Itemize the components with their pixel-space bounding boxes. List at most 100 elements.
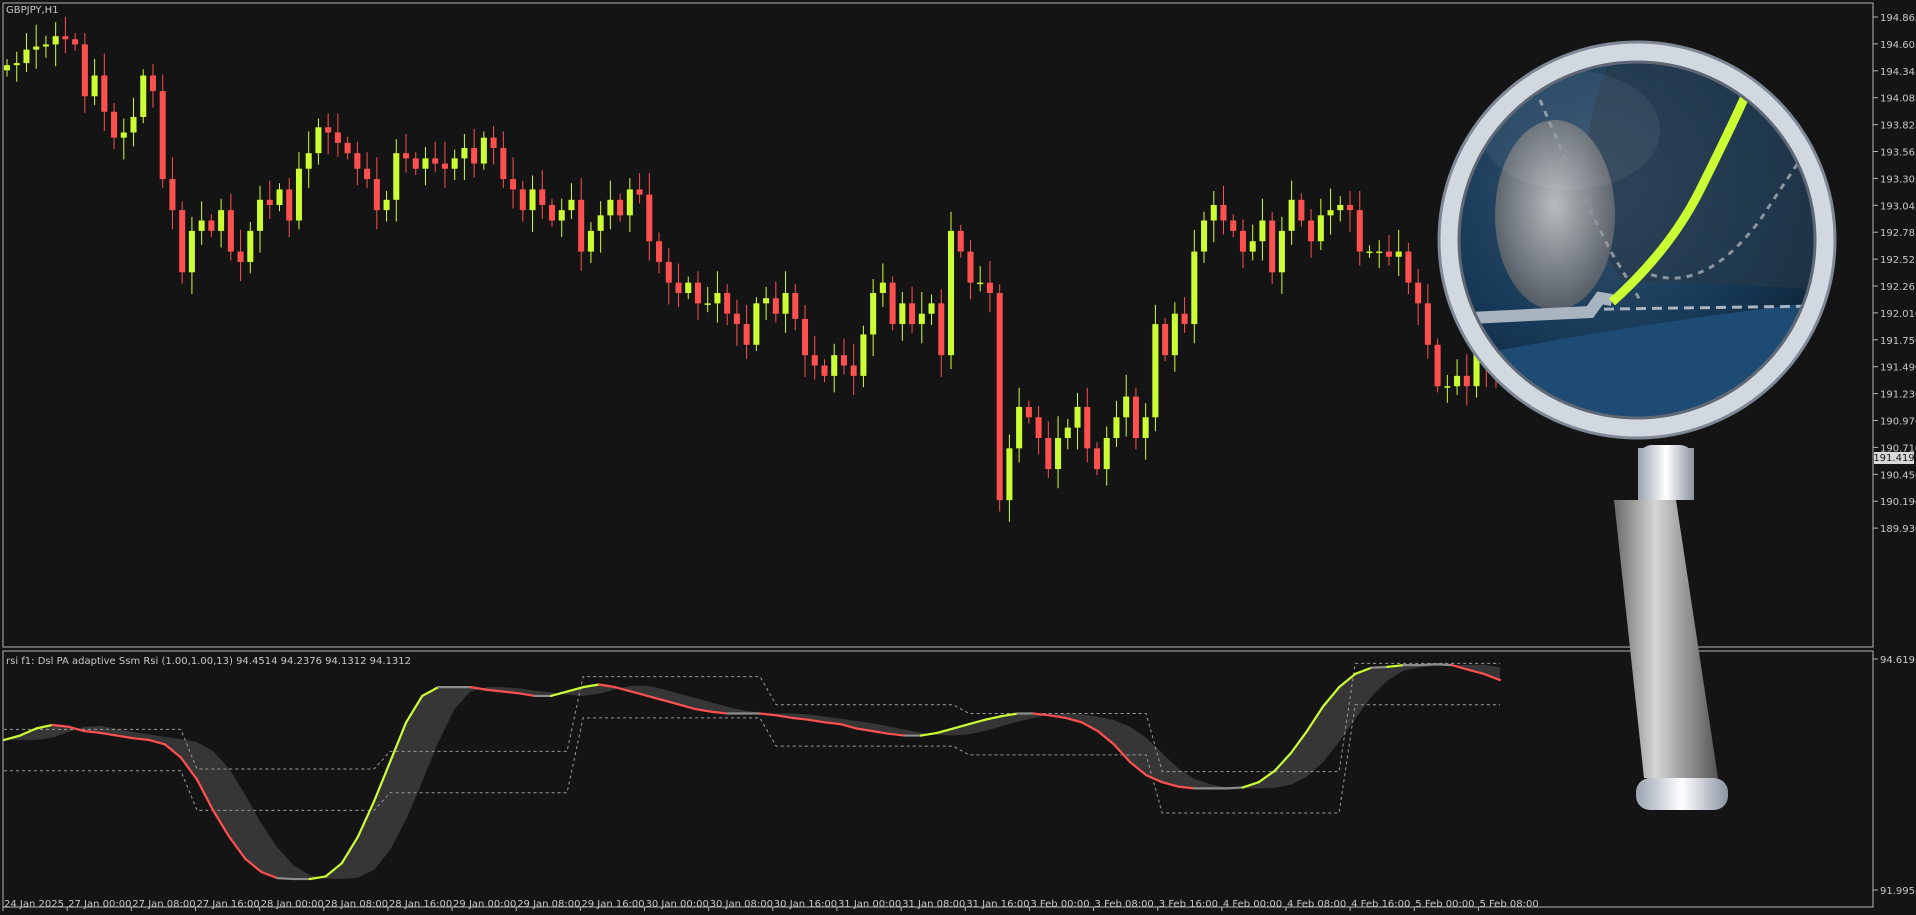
- candle-body: [247, 230, 254, 262]
- time-tick-label: 3 Feb 08:00: [1095, 899, 1154, 910]
- symbol-label: GBPJPY,H1: [6, 5, 59, 16]
- candle-body: [13, 63, 20, 66]
- time-tick-label: 30 Jan 08:00: [710, 899, 773, 910]
- time-tick-label: 4 Feb 16:00: [1351, 899, 1410, 910]
- candle-body: [286, 189, 293, 221]
- candle-body: [1025, 406, 1032, 418]
- candle-body: [1006, 448, 1013, 501]
- time-tick-label: 28 Jan 16:00: [389, 899, 452, 910]
- candle-body: [1201, 220, 1208, 252]
- candle-body: [1035, 417, 1042, 438]
- candle-body: [986, 282, 993, 294]
- price-tick-label: 194.085: [1880, 94, 1916, 105]
- candle-body: [704, 303, 711, 305]
- candle-body: [218, 210, 225, 231]
- candle-body: [1103, 437, 1110, 470]
- candle-body: [159, 91, 166, 180]
- candle-body: [802, 318, 809, 356]
- time-tick-label: 28 Jan 08:00: [325, 899, 388, 910]
- candle-body: [1434, 344, 1441, 387]
- candle-body: [792, 293, 799, 319]
- candle-body: [1162, 324, 1169, 356]
- candle-body: [529, 189, 536, 211]
- candle-body: [81, 44, 88, 97]
- candle-body: [52, 36, 59, 45]
- candle-body: [1074, 406, 1081, 428]
- candle-body: [646, 194, 653, 242]
- candle-body: [1142, 417, 1149, 438]
- time-tick-label: 29 Jan 16:00: [581, 899, 644, 910]
- candle-body: [490, 137, 497, 149]
- time-tick-label: 27 Jan 00:00: [68, 899, 131, 910]
- price-tick-label: 190.190: [1880, 497, 1916, 508]
- candle-body: [947, 230, 955, 356]
- candle-body: [1045, 437, 1052, 470]
- candle-body: [548, 204, 556, 221]
- candle-body: [120, 132, 127, 138]
- time-tick-label: 31 Jan 16:00: [966, 899, 1029, 910]
- current-price-marker: 191.419: [1873, 452, 1915, 464]
- candle-body: [675, 282, 682, 294]
- candle-body: [1454, 375, 1461, 387]
- candle-body: [821, 365, 828, 376]
- candle-body: [870, 293, 877, 335]
- price-tick-label: 193.565: [1880, 148, 1916, 159]
- candle-body: [889, 282, 896, 325]
- candle-body: [587, 230, 594, 252]
- candle-body: [1385, 251, 1392, 257]
- candle-body: [1376, 251, 1383, 254]
- candle-body: [724, 293, 731, 314]
- candle-body: [1259, 220, 1266, 242]
- indicator-tick-label: 94.6195: [1880, 655, 1916, 666]
- candle-body: [636, 189, 643, 195]
- candle-body: [402, 153, 410, 159]
- indicator-line-segment: [1225, 786, 1244, 790]
- candle-body: [1239, 230, 1246, 252]
- candle-body: [315, 127, 322, 154]
- candle-body: [461, 148, 468, 159]
- candle-body: [393, 153, 400, 200]
- candle-body: [480, 137, 487, 164]
- candle-body: [617, 199, 624, 216]
- time-tick-label: 30 Jan 16:00: [774, 899, 837, 910]
- candle-body: [977, 282, 984, 285]
- candle-body: [266, 199, 273, 205]
- candle-body: [1415, 282, 1422, 304]
- time-tick-label: 29 Jan 08:00: [517, 899, 580, 910]
- candle-body: [1016, 406, 1023, 449]
- candle-body: [149, 75, 156, 92]
- candle-body: [188, 230, 195, 273]
- candle-body: [918, 313, 925, 325]
- candle-body: [471, 148, 478, 164]
- price-tick-label: 189.930: [1880, 524, 1916, 535]
- candle-body: [694, 282, 701, 304]
- candle-body: [714, 293, 721, 304]
- price-tick-label: 190.450: [1880, 470, 1916, 481]
- candle-body: [432, 158, 439, 164]
- time-axis: 24 Jan 2025 27 Jan 00:00 27 Jan 08:00 27 Ja…: [2, 899, 1539, 911]
- candle-body: [1317, 215, 1324, 242]
- candle-body: [1064, 427, 1071, 438]
- candle-body: [169, 179, 176, 211]
- chart-canvas[interactable]: GBPJPY,H1 rsi f1: Dsl PA adaptive Ssm Rs…: [0, 0, 1916, 915]
- candle-body: [257, 199, 264, 231]
- candle-body: [208, 220, 215, 231]
- price-tick-label: 194.865: [1880, 13, 1916, 24]
- candle-body: [928, 303, 935, 314]
- candle-body: [1337, 204, 1344, 211]
- candle-body: [1278, 230, 1285, 273]
- candle-body: [354, 153, 361, 169]
- time-tick-label: 5 Feb 08:00: [1479, 899, 1538, 910]
- candle-body: [568, 199, 575, 211]
- time-tick-label: 29 Jan 00:00: [453, 899, 516, 910]
- time-tick-label: 3 Feb 16:00: [1159, 899, 1218, 910]
- candle-body: [305, 153, 312, 169]
- candle-body: [1220, 204, 1227, 221]
- candle-body: [558, 210, 565, 221]
- price-tick-label: 194.605: [1880, 40, 1916, 51]
- candle-body: [1055, 437, 1062, 470]
- candle-body: [967, 251, 974, 283]
- candle-body: [42, 44, 49, 47]
- candle-body: [276, 189, 283, 205]
- candle-body: [500, 148, 507, 180]
